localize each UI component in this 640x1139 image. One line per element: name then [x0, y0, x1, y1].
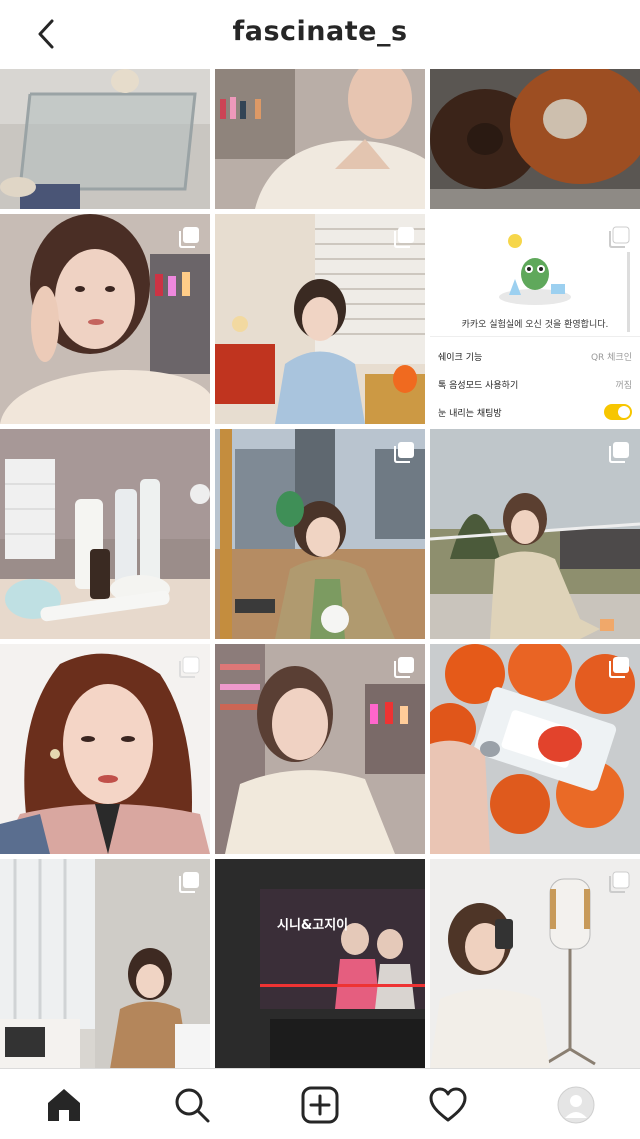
tv-screen-title: 시니&고지이 [277, 918, 349, 933]
activity-heart-icon [429, 1087, 467, 1122]
multiple-posts-icon [179, 656, 200, 678]
multiple-posts-icon [609, 226, 630, 248]
post-tile[interactable] [215, 214, 425, 424]
bottom-nav-bar [0, 1068, 640, 1139]
post-tile[interactable] [430, 429, 640, 639]
multiple-posts-icon [179, 872, 199, 893]
kakao-lab-illustration-icon [499, 234, 571, 305]
post-tile[interactable] [430, 69, 640, 209]
post-tile[interactable] [0, 69, 210, 209]
posts-grid: 카카오 실험실에 오신 것을 환영합니다. 쉐이크 기능 QR 체크인 톡 음성… [0, 69, 640, 1068]
post-tile[interactable] [215, 644, 425, 854]
kakao-row-value: 꺼짐 [615, 381, 632, 391]
post-tile[interactable] [0, 214, 210, 424]
search-tab[interactable] [170, 1083, 214, 1127]
multiple-posts-icon [609, 442, 629, 463]
post-tile[interactable] [215, 429, 425, 639]
multiple-posts-icon [394, 227, 414, 248]
post-tile[interactable] [430, 644, 640, 854]
post-tile[interactable] [0, 859, 210, 1068]
post-tile[interactable] [215, 69, 425, 209]
post-tile[interactable] [430, 859, 640, 1068]
profile-tab[interactable] [554, 1083, 598, 1127]
home-tab[interactable] [42, 1083, 86, 1127]
multiple-posts-icon [609, 871, 630, 893]
search-icon [175, 1088, 210, 1123]
multiple-posts-icon [609, 657, 629, 678]
new-post-icon [301, 1086, 339, 1124]
kakao-welcome-text: 카카오 실험실에 오신 것을 환영합니다. [461, 320, 609, 330]
multiple-posts-icon [394, 657, 414, 678]
multiple-posts-icon [394, 442, 414, 463]
post-tile[interactable]: 시니&고지이 [215, 859, 425, 1068]
profile-avatar-icon [557, 1086, 595, 1124]
activity-tab[interactable] [426, 1083, 470, 1127]
post-tile[interactable] [0, 429, 210, 639]
multiple-posts-icon [179, 227, 199, 248]
new-post-tab[interactable] [298, 1083, 342, 1127]
kakao-toggle [604, 404, 632, 420]
top-bar: fascinate_s [0, 0, 640, 68]
profile-username: fascinate_s [232, 16, 408, 47]
post-tile[interactable] [0, 644, 210, 854]
kakao-row-label: 쉐이크 기능 [438, 353, 483, 363]
kakao-row-label: 눈 내리는 채팅방 [438, 409, 502, 419]
kakao-row-label: 톡 음성모드 사용하기 [438, 381, 519, 391]
kakao-row-value: QR 체크인 [590, 353, 632, 363]
kakao-settings-screenshot-post[interactable]: 카카오 실험실에 오신 것을 환영합니다. 쉐이크 기능 QR 체크인 톡 음성… [430, 214, 640, 424]
home-icon [48, 1089, 80, 1121]
